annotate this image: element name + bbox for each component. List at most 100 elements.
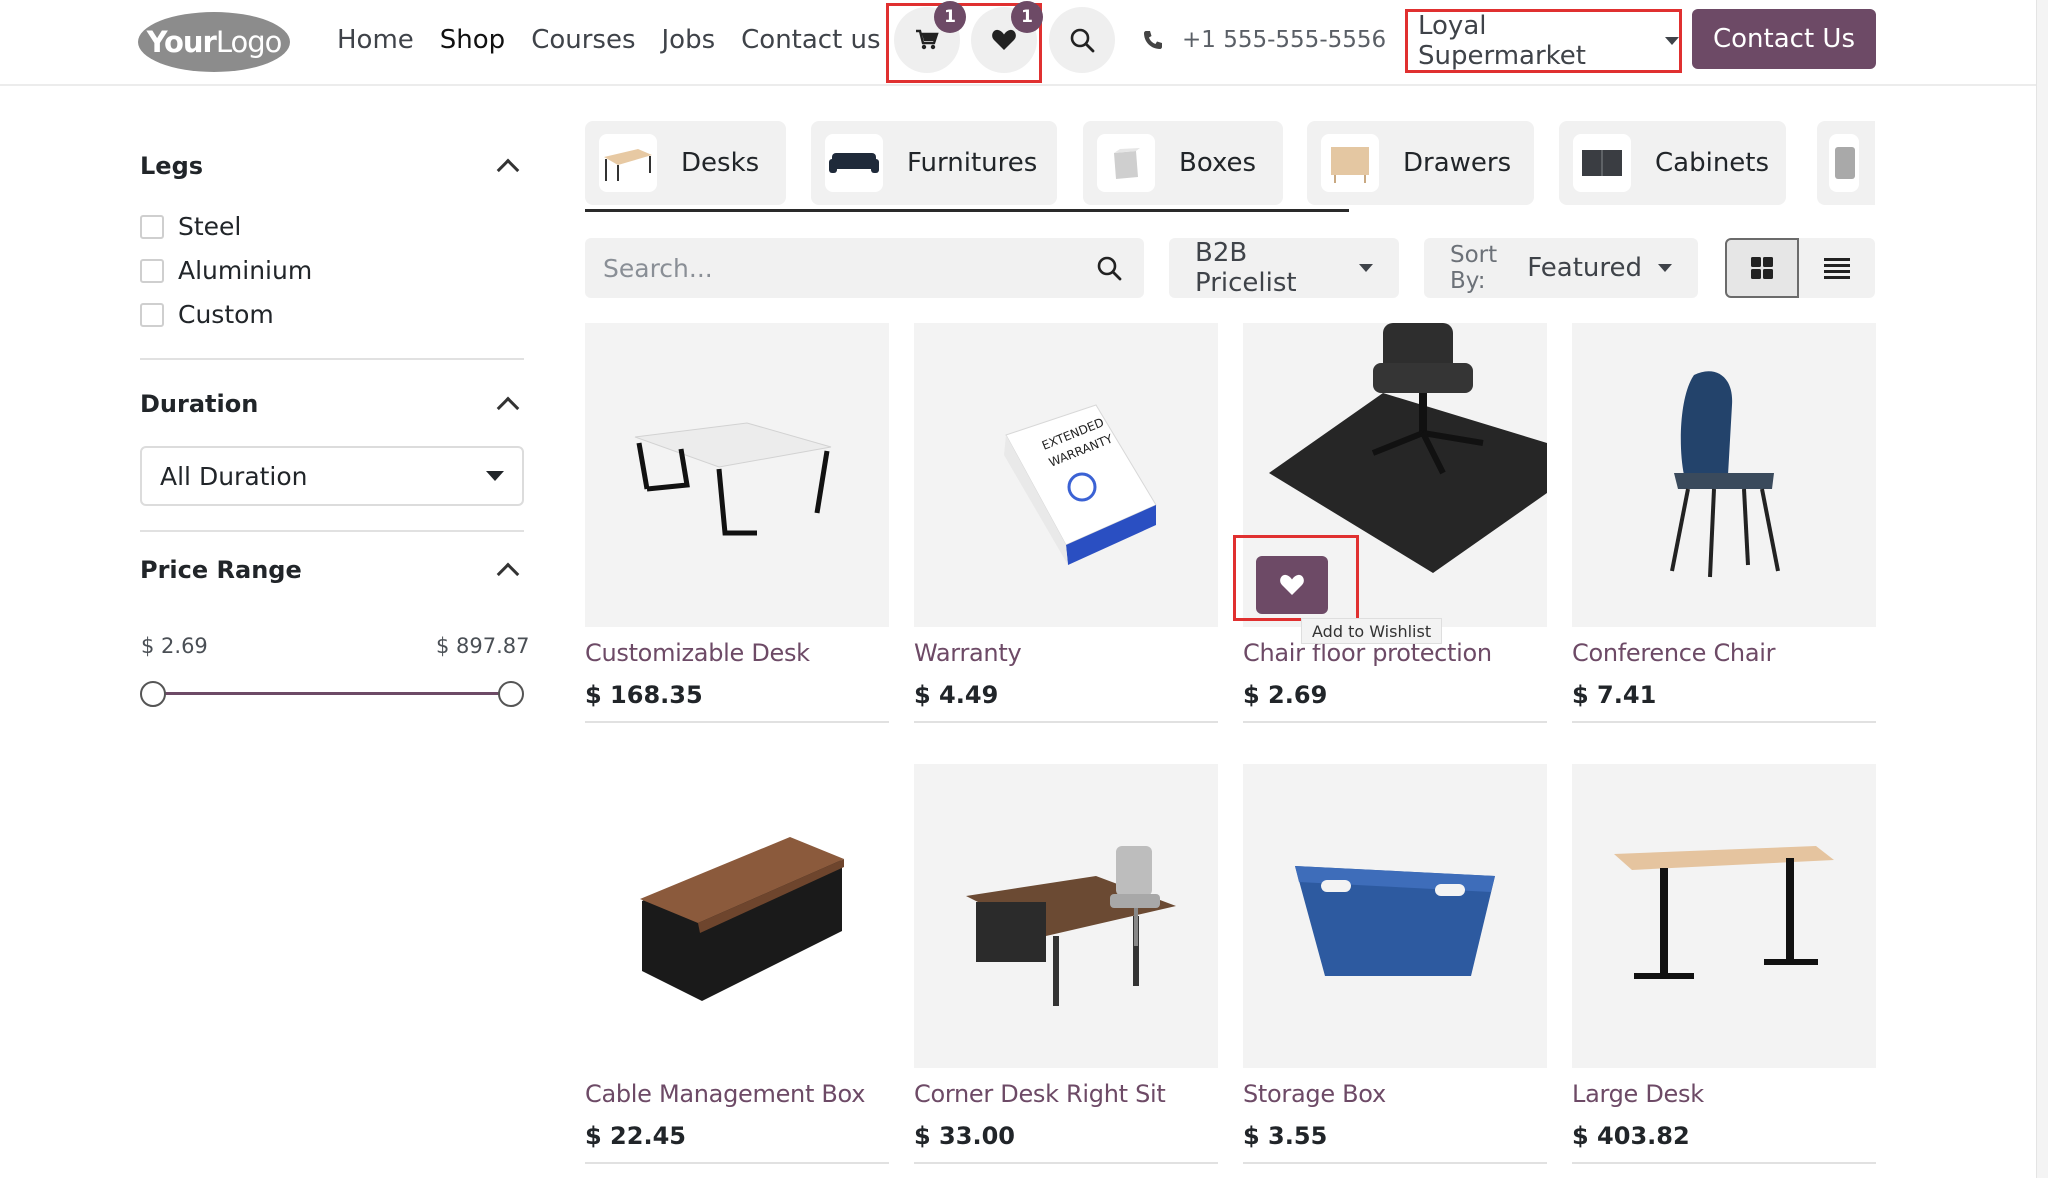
product-name[interactable]: Customizable Desk [585,639,889,667]
logo-text-light: Logo [215,25,283,59]
legs-option-steel[interactable]: Steel [140,212,241,241]
product-image[interactable] [585,764,889,1068]
product-price: $ 33.00 [914,1122,1015,1150]
product-name[interactable]: Cable Management Box [585,1080,889,1108]
divider [140,358,524,360]
product-name[interactable]: Corner Desk Right Sit [914,1080,1218,1108]
nav-home[interactable]: Home [337,20,414,60]
sort-value: Featured [1527,253,1642,283]
logo-text-bold: Your [146,25,217,59]
add-to-wishlist-button[interactable] [1256,556,1328,614]
duration-filter-title: Duration [140,390,259,418]
category-drawers[interactable]: Drawers [1307,121,1534,205]
box-thumbnail [1097,134,1155,192]
divider [585,721,889,723]
divider [140,530,524,532]
wishlist-button[interactable]: 1 [971,1,1043,73]
product-card[interactable]: Conference Chair $ 7.41 [1572,323,1876,723]
product-image[interactable] [585,323,889,627]
product-name[interactable]: Large Desk [1572,1080,1876,1108]
product-image[interactable] [1572,323,1876,627]
nav-shop[interactable]: Shop [440,20,505,60]
grid-view-button[interactable] [1725,238,1799,298]
sort-dropdown[interactable]: Sort By: Featured [1424,238,1698,298]
checkbox[interactable] [140,214,164,239]
duration-select[interactable]: All Duration [140,446,524,506]
category-desks[interactable]: Desks [585,121,786,205]
price-range-track[interactable] [152,692,512,695]
checkbox[interactable] [140,302,164,327]
category-label: Furnitures [907,148,1038,178]
category-label: Desks [681,148,760,178]
main-nav: Home Shop Courses Jobs Contact us [337,20,907,60]
price-range-max-handle[interactable] [498,681,524,707]
divider [1572,721,1876,723]
cart-button[interactable]: 1 [894,1,966,73]
product-name[interactable]: Conference Chair [1572,639,1876,667]
pricelist-value: B2B Pricelist [1195,238,1297,298]
product-image[interactable]: EXTENDED WARRANTY [914,323,1218,627]
product-name[interactable]: Storage Box [1243,1080,1547,1108]
product-price: $ 3.55 [1243,1122,1328,1150]
sort-prefix: Sort By: [1450,242,1498,294]
page-scrollbar[interactable] [2036,0,2048,1178]
product-price: $ 168.35 [585,681,703,709]
price-range-title: Price Range [140,556,302,584]
site-logo[interactable]: Your Logo [138,12,290,72]
product-image[interactable] [1572,764,1876,1068]
product-search-input[interactable]: Search... [585,238,1144,298]
category-label: Boxes [1179,148,1257,178]
category-furnitures[interactable]: Furnitures [811,121,1057,205]
pricelist-label: Loyal Supermarket [1418,11,1586,71]
contact-us-button[interactable]: Contact Us [1692,9,1876,69]
product-card[interactable]: Chair floor protection $ 2.69 [1243,323,1547,723]
divider [1243,1162,1547,1164]
category-cabinets[interactable]: Cabinets [1559,121,1786,205]
product-card[interactable]: Customizable Desk $ 168.35 [585,323,889,723]
category-boxes[interactable]: Boxes [1083,121,1283,205]
checkbox[interactable] [140,258,164,283]
heart-icon [1280,574,1304,595]
product-image[interactable] [1243,764,1547,1068]
category-more[interactable] [1817,121,1875,205]
chevron-up-icon [496,158,520,182]
search-icon[interactable] [1096,255,1122,281]
cabinet-thumbnail [1573,134,1631,192]
price-max-label: $ 897.87 [436,634,530,658]
divider [1572,1162,1876,1164]
nav-courses[interactable]: Courses [531,20,635,60]
b2b-pricelist-dropdown[interactable]: B2B Pricelist [1169,238,1399,298]
product-card[interactable]: Storage Box $ 3.55 [1243,764,1547,1164]
phone-icon [1144,31,1162,49]
desk-thumbnail [599,134,657,192]
search-icon [1070,28,1095,53]
legs-option-aluminium[interactable]: Aluminium [140,256,312,285]
nav-jobs[interactable]: Jobs [662,20,716,60]
bin-thumbnail [1829,134,1859,192]
chevron-up-icon [496,562,520,586]
drawer-thumbnail [1321,134,1379,192]
product-name[interactable]: Warranty [914,639,1218,667]
product-card[interactable]: Large Desk $ 403.82 [1572,764,1876,1164]
nav-contact[interactable]: Contact us [741,20,880,60]
price-range-header[interactable]: Price Range [140,556,524,586]
product-card[interactable]: Cable Management Box $ 22.45 [585,764,889,1164]
pricelist-dropdown[interactable]: Loyal Supermarket [1405,9,1682,73]
product-image[interactable] [914,764,1218,1068]
product-price: $ 4.49 [914,681,999,709]
phone-contact[interactable]: +1 555-555-5556 [1142,22,1386,58]
legs-filter-header[interactable]: Legs [140,152,524,182]
price-range-min-handle[interactable] [140,681,166,707]
product-card[interactable]: EXTENDED WARRANTY Warranty $ 4.49 [914,323,1218,723]
divider [1243,721,1547,723]
product-price: $ 22.45 [585,1122,686,1150]
search-button[interactable] [1049,7,1115,73]
sofa-thumbnail [825,134,883,192]
list-view-button[interactable] [1799,238,1875,298]
heart-icon [992,29,1016,50]
cart-count-badge: 1 [934,1,966,33]
product-card[interactable]: Corner Desk Right Sit $ 33.00 [914,764,1218,1164]
legs-option-custom[interactable]: Custom [140,300,274,329]
duration-filter-header[interactable]: Duration [140,390,524,420]
cart-icon [916,29,939,50]
